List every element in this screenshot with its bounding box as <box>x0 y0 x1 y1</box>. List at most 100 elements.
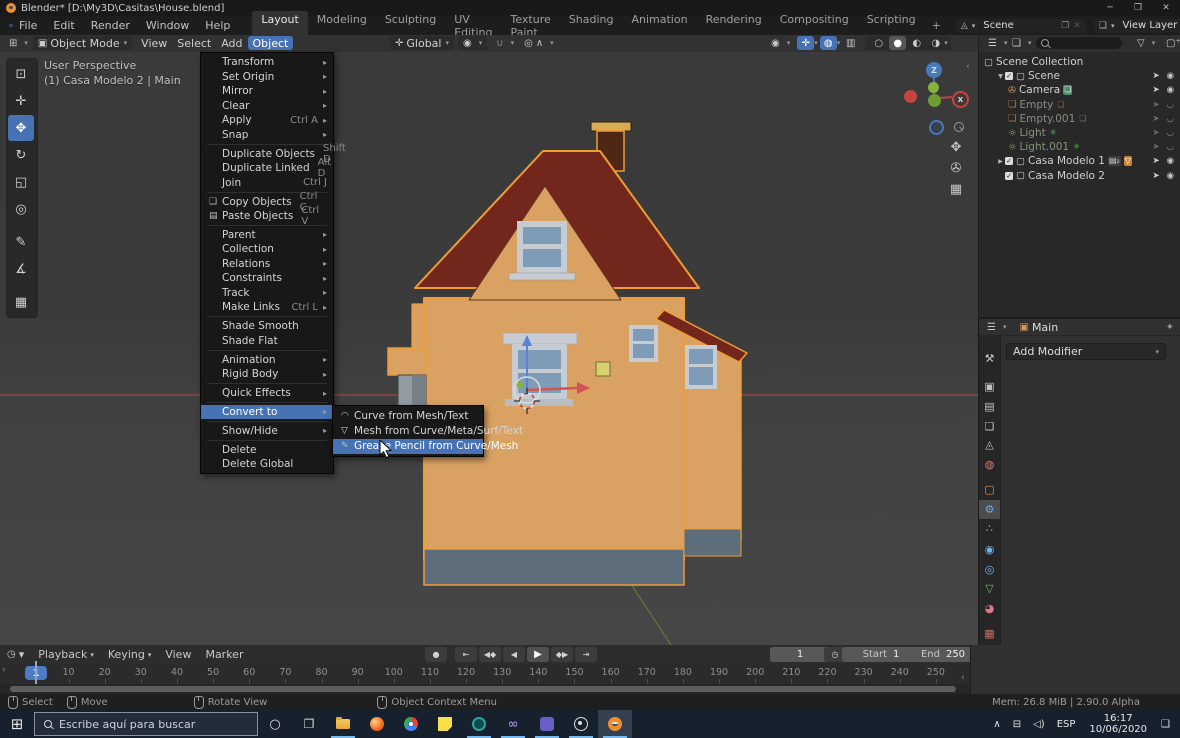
properties-tab-view-layer[interactable]: ❑ <box>979 417 1000 436</box>
view-layer-selector[interactable]: ❏ ▾ View Layer ❐ ✕ <box>1094 19 1180 33</box>
annotate-tool[interactable]: ✎ <box>8 229 34 255</box>
object-menu-item-quick-effects[interactable]: Quick Effects▸ <box>201 386 333 401</box>
eye-open-icon[interactable]: ◉ <box>1167 85 1174 95</box>
object-menu-item-delete[interactable]: Delete <box>201 442 333 457</box>
view-layer-name[interactable]: View Layer <box>1116 20 1180 31</box>
cortana-button[interactable]: ○ <box>258 710 292 738</box>
taskbar-search-input[interactable]: Escribe aquí para buscar <box>34 712 258 736</box>
sidebar-collapse-arrow[interactable]: ‹ <box>966 62 970 72</box>
object-menu-item-apply[interactable]: ApplyCtrl A▸ <box>201 113 333 128</box>
eye-open-icon[interactable]: ◉ <box>1167 171 1174 181</box>
properties-tab-material[interactable]: ◕ <box>979 599 1000 618</box>
proportional-editing-toggle[interactable]: ◎∧▾ <box>519 36 559 50</box>
object-menu-item-set-origin[interactable]: Set Origin▸ <box>201 70 333 85</box>
taskbar-app-visual-studio[interactable]: ∞ <box>496 710 530 738</box>
outliner-display-mode-dropdown[interactable]: ❏▾ <box>1007 36 1036 50</box>
add-modifier-dropdown[interactable]: Add Modifier▾ <box>1006 343 1166 360</box>
start-button[interactable]: ⊞ <box>0 710 34 738</box>
previous-keyframe-button[interactable]: ◀◆ <box>479 647 501 662</box>
object-menu-item-snap[interactable]: Snap▸ <box>201 128 333 143</box>
viewport-menu-add[interactable]: Add <box>216 36 247 50</box>
move-tool[interactable]: ✥ <box>8 115 34 141</box>
taskbar-app-sticky-notes[interactable] <box>428 710 462 738</box>
axis-y-button[interactable] <box>928 82 939 93</box>
object-menu-item-transform[interactable]: Transform▸ <box>201 55 333 70</box>
timeline-menu-marker[interactable]: Marker <box>198 648 250 661</box>
shading-wireframe-button[interactable]: ○ <box>870 36 887 50</box>
clock[interactable]: 16:17 10/06/2020 <box>1081 713 1155 735</box>
close-button[interactable]: ✕ <box>1152 3 1180 13</box>
menu-file[interactable]: File <box>11 17 45 34</box>
outliner-row-empty[interactable]: ❏Empty❏➤◡ <box>979 98 1180 112</box>
collection-checkbox[interactable]: ✓ <box>1005 172 1013 180</box>
mode-dropdown[interactable]: ▣Object Mode▾ <box>33 36 132 50</box>
eye-closed-icon[interactable]: ◡ <box>1167 142 1174 152</box>
axis-y-negative-button[interactable] <box>928 94 941 107</box>
object-menu-item-animation[interactable]: Animation▸ <box>201 352 333 367</box>
pan-view-button[interactable]: ✥ <box>941 137 971 158</box>
language-indicator[interactable]: ESP <box>1051 719 1082 730</box>
outliner-row-scene-collection[interactable]: ▢Scene Collection <box>979 55 1180 69</box>
properties-tab-constraints[interactable]: ◎ <box>979 560 1000 579</box>
frame-start-field[interactable]: Start1 <box>842 647 920 662</box>
task-view-button[interactable]: ❐ <box>292 710 326 738</box>
properties-tab-object-data[interactable]: ▽ <box>979 579 1000 598</box>
object-menu-item-show-hide[interactable]: Show/Hide▸ <box>201 424 333 439</box>
cursor-tool[interactable]: ✛ <box>8 88 34 114</box>
select-pointer-icon-off[interactable]: ➤ <box>1152 142 1159 152</box>
object-menu-item-join[interactable]: JoinCtrl J <box>201 175 333 190</box>
outliner-row-casa-modelo-1[interactable]: ▶✓▢Casa Modelo 1▤₂▽➤◉ <box>979 154 1180 168</box>
camera-view-button[interactable]: ✇ <box>941 158 971 179</box>
3d-viewport[interactable]: User Perspective (1) Casa Modelo 2 | Mai… <box>0 52 978 645</box>
taskbar-app-green-circle-app[interactable] <box>462 710 496 738</box>
menu-window[interactable]: Window <box>138 17 197 34</box>
axis-x-negative-button[interactable] <box>904 90 917 103</box>
play-button[interactable]: ▶ <box>527 647 549 662</box>
properties-tab-render[interactable]: ▣ <box>979 377 1000 396</box>
object-menu-item-collection[interactable]: Collection▸ <box>201 242 333 257</box>
outliner-row-light[interactable]: ☼Light✳➤◡ <box>979 126 1180 140</box>
timeline-menu-keying[interactable]: Keying▾ <box>101 648 158 661</box>
new-collection-button[interactable]: ▢⁺ <box>1161 36 1180 50</box>
taskbar-app-obs[interactable] <box>564 710 598 738</box>
outliner-filter-dropdown[interactable]: ▽▾ <box>1132 36 1160 50</box>
zoom-view-button[interactable] <box>941 116 971 137</box>
jump-to-end-button[interactable]: ⇥ <box>575 647 597 662</box>
shading-rendered-button[interactable]: ◑ <box>927 36 944 50</box>
object-menu-item-clear[interactable]: Clear▸ <box>201 99 333 114</box>
axis-z-button[interactable]: Z <box>926 62 942 78</box>
properties-tab-tool[interactable]: ⚒ <box>979 349 1000 368</box>
transform-tool[interactable]: ◎ <box>8 196 34 222</box>
viewport-menu-select[interactable]: Select <box>172 36 216 50</box>
eye-open-icon[interactable]: ◉ <box>1167 71 1174 81</box>
select-pointer-icon-off[interactable]: ➤ <box>1152 100 1159 110</box>
object-menu-item-constraints[interactable]: Constraints▸ <box>201 271 333 286</box>
properties-tab-physics[interactable]: ◉ <box>979 540 1000 559</box>
submenu-item-grease-pencil-from-curve-mesh[interactable]: ✎Grease Pencil from Curve/Mesh <box>333 439 483 454</box>
properties-tab-texture[interactable]: ▦ <box>979 624 1000 643</box>
rotate-tool[interactable]: ↻ <box>8 142 34 168</box>
snap-toggle[interactable]: ∪▾ <box>491 36 519 50</box>
taskbar-app-purple-app[interactable] <box>530 710 564 738</box>
properties-tab-particles[interactable]: ∴ <box>979 519 1000 538</box>
eye-closed-icon[interactable]: ◡ <box>1167 100 1174 110</box>
add-cube-tool[interactable]: ▦ <box>8 289 34 315</box>
volume-icon[interactable]: ◁) <box>1027 719 1051 730</box>
collection-checkbox[interactable]: ✓ <box>1005 72 1013 80</box>
show-gizmo-toggle[interactable]: ✛ <box>797 36 814 50</box>
scene-name[interactable]: Scene <box>977 20 1059 31</box>
object-menu-item-track[interactable]: Track▸ <box>201 286 333 301</box>
object-menu-item-parent[interactable]: Parent▸ <box>201 228 333 243</box>
pivot-point-dropdown[interactable]: ◉▾ <box>458 36 487 50</box>
notification-center-icon[interactable]: ❑ <box>1155 719 1180 730</box>
submenu-item-curve-from-mesh-text[interactable]: ◠Curve from Mesh/Text <box>333 408 483 423</box>
object-menu-item-paste-objects[interactable]: ▤Paste ObjectsCtrl V <box>201 209 333 224</box>
timeline-scrollbar[interactable] <box>0 684 970 694</box>
object-menu-item-convert-to[interactable]: Convert to▸ <box>201 405 333 420</box>
timeline-editor-type-button[interactable]: ◷▾ <box>0 648 31 661</box>
object-menu-item-duplicate-linked[interactable]: Duplicate LinkedAlt D <box>201 161 333 176</box>
object-menu-item-make-links[interactable]: Make LinksCtrl L▸ <box>201 300 333 315</box>
timeline-menu-view[interactable]: View <box>158 648 198 661</box>
collection-checkbox[interactable]: ✓ <box>1005 157 1013 165</box>
axis-x-button[interactable]: X <box>952 91 969 108</box>
